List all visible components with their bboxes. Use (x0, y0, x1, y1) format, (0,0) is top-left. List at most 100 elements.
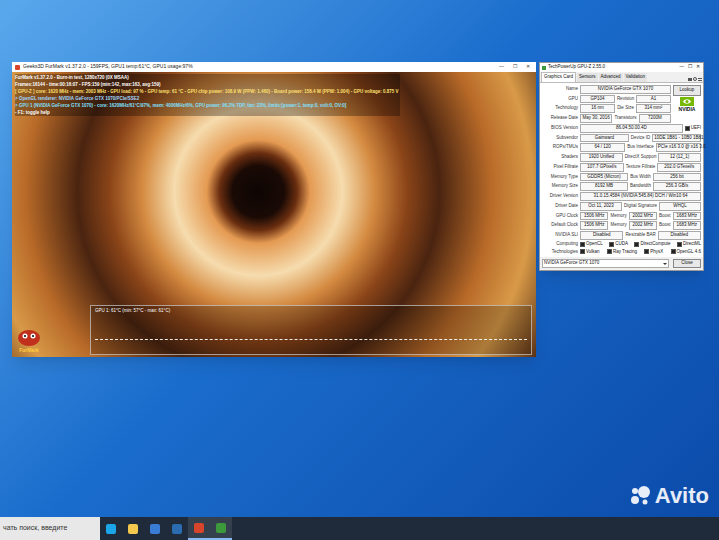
gpuz-window[interactable]: TechPowerUp GPU-Z 2.55.0—☐✕Graphics Card… (539, 62, 704, 271)
feature-check[interactable]: DirectCompute (634, 241, 670, 248)
store-icon (150, 524, 160, 534)
feature-check[interactable]: OpenCL (580, 241, 603, 248)
field-value: 12 (12_1) (658, 153, 701, 162)
window-control[interactable]: ✕ (523, 63, 533, 71)
window-control[interactable]: — (496, 63, 507, 71)
overlay-line: FurMark v1.37.2.0 - Burn-in test, 1280x7… (15, 74, 398, 81)
feature-check[interactable]: Vulkan (580, 249, 600, 256)
tab[interactable]: Graphics Card (541, 72, 576, 82)
graph-label: GPU 1: 61°C (min: 57°C - max: 61°C) (95, 308, 527, 315)
furmark-window[interactable]: Geeks3D FurMark v1.37.2.0 - 159FPS, GPU1… (12, 62, 536, 357)
close-button[interactable]: Close (673, 259, 701, 268)
info-row: GPUGP104RevisionA1 (542, 95, 671, 104)
field-value: Gainward (580, 134, 629, 143)
field-value: 1506 MHz (580, 221, 608, 230)
info-row: Memory TypeGDDR5 (Micron)Bus Width256 bi… (542, 173, 701, 182)
app-icon (15, 65, 20, 70)
info-row: NVIDIA SLIDisabledResizable BARDisabled (542, 231, 701, 240)
checkbox[interactable] (580, 249, 585, 254)
field-value: 1506 MHz (580, 212, 608, 221)
field-value: 64 / 120 (580, 143, 625, 152)
feature-check[interactable]: PhysX (644, 249, 663, 256)
uefi-checkbox[interactable]: UEFI (685, 125, 701, 132)
feature-check[interactable]: DirectML (677, 241, 701, 248)
gpuz-icon (542, 66, 546, 70)
render-view: FurMark v1.37.2.0 - Burn-in test, 1280x7… (12, 72, 536, 357)
search-box[interactable]: чать поиск, введите (0, 517, 100, 540)
field-value: Disabled (580, 231, 623, 240)
window-control[interactable]: ☐ (510, 63, 520, 71)
tab[interactable]: Sensors (577, 73, 598, 82)
overlay-line: - F1: toggle help (15, 109, 398, 116)
gpuz-icon (216, 523, 226, 533)
checkbox[interactable] (607, 249, 612, 254)
window-control[interactable]: ☐ (687, 64, 693, 71)
info-row: Memory Size8192 MBBandwidth256.3 GB/s (542, 182, 701, 191)
info-row: SubvendorGainwardDevice ID10DE 1B81 - 10… (542, 134, 701, 143)
info-row: Default Clock1506 MHzMemory2002 MHzBoost… (542, 221, 701, 230)
taskbar-app[interactable] (144, 517, 166, 540)
field-value: 256.3 GB/s (653, 182, 701, 191)
window-title: Geeks3D FurMark v1.37.2.0 - 159FPS, GPU1… (23, 63, 493, 71)
nvidia-logo: NVIDIA (679, 97, 696, 114)
check-row: TechnologiesVulkanRay TracingPhysXOpenGL… (542, 249, 701, 256)
nvidia-eye-icon (680, 97, 694, 106)
taskbar-app[interactable] (122, 517, 144, 540)
title-bar[interactable]: TechPowerUp GPU-Z 2.55.0—☐✕ (540, 63, 703, 72)
taskbar-app[interactable] (100, 517, 122, 540)
graph-line (95, 339, 527, 340)
checkbox[interactable] (671, 249, 676, 254)
camera-icon[interactable] (688, 78, 692, 81)
refresh-icon[interactable] (693, 77, 697, 81)
checkbox[interactable] (609, 242, 614, 247)
taskbar-app[interactable] (188, 517, 210, 540)
title-bar[interactable]: Geeks3D FurMark v1.37.2.0 - 159FPS, GPU1… (12, 62, 536, 72)
watermark: Avito (629, 479, 709, 512)
field-value: 1920 Unified (580, 153, 623, 162)
window-control[interactable]: ✕ (695, 64, 701, 71)
temperature-graph: GPU 1: 61°C (min: 57°C - max: 61°C) (90, 305, 532, 355)
overlay-text: FurMark v1.37.2.0 - Burn-in test, 1280x7… (15, 74, 400, 116)
window-control[interactable]: — (679, 64, 686, 71)
field-value: 314 mm² (636, 104, 671, 113)
feature-check[interactable]: CUDA (609, 241, 628, 248)
field-value: GP104 (580, 95, 615, 104)
field-value: A1 (636, 95, 671, 104)
checkbox[interactable] (644, 249, 649, 254)
graphics-card-panel: NameNVIDIA GeForce GTX 1070GPUGP104Revis… (540, 83, 703, 258)
checkbox[interactable] (580, 242, 585, 247)
field-value: May 30, 2016 (580, 114, 612, 123)
tab[interactable]: Validation (624, 73, 647, 82)
field-value: 202.0 GTexel/s (657, 163, 701, 172)
checkbox[interactable] (685, 126, 690, 131)
field-value: NVIDIA GeForce GTX 1070 (580, 85, 671, 94)
checkbox[interactable] (634, 242, 639, 247)
tab-bar: Graphics CardSensorsAdvancedValidation (540, 72, 703, 83)
taskbar-app[interactable] (166, 517, 188, 540)
lookup-button[interactable]: Lookup (673, 85, 701, 96)
overlay-line: [ GPU-Z ] core: 1620 MHz - mem: 2003 MHz… (15, 88, 398, 95)
field-value: PCIe x16 3.0 @ x16 3.0 (656, 143, 701, 152)
desktop: Geeks3D FurMark v1.37.2.0 - 159FPS, GPU1… (0, 0, 719, 540)
field-value: 86.04.50.00.4D (580, 124, 683, 133)
field-value: 8192 MB (580, 182, 628, 191)
gpu-select[interactable]: NVIDIA GeForce GTX 1070 (542, 259, 669, 268)
furmark-icon (194, 523, 204, 533)
overlay-line: Frames:16144 - time:00:16:07 - FPS:159 (… (15, 81, 398, 88)
tab[interactable]: Advanced (599, 73, 623, 82)
taskbar: чать поиск, введите (0, 517, 719, 540)
overlay-line: > OpenGL renderer: NVIDIA GeForce GTX 10… (15, 95, 398, 102)
dropdown-arrow-icon (663, 263, 667, 265)
checkbox[interactable] (677, 242, 682, 247)
field-value: 256 bit (653, 173, 701, 182)
furmark-logo: FurMark (16, 327, 42, 355)
window-title: TechPowerUp GPU-Z 2.55.0 (548, 64, 677, 71)
info-row: Driver DateOct 11, 2023Digital Signature… (542, 202, 701, 211)
info-row: Shaders1920 UnifiedDirectX Support12 (12… (542, 153, 701, 162)
overlay-line: > GPU 1 (NVIDIA GeForce GTX 1070) - core… (15, 102, 398, 109)
explorer-icon (128, 524, 138, 534)
feature-check[interactable]: OpenGL 4.6 (671, 249, 701, 256)
feature-check[interactable]: Ray Tracing (607, 249, 637, 256)
menu-icon[interactable] (698, 78, 702, 81)
taskbar-app[interactable] (210, 517, 232, 540)
